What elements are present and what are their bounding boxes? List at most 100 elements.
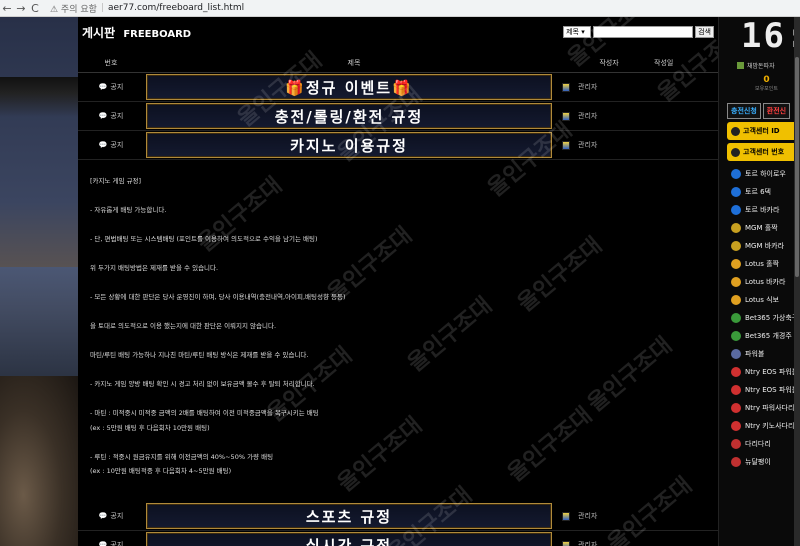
game-menu-item[interactable]: 토르 6덱 — [719, 183, 800, 201]
url-text[interactable]: aer77.com/freeboard_list.html — [108, 3, 244, 13]
action-buttons: 충전신청 환전신 — [719, 103, 800, 119]
level-icon — [562, 82, 570, 92]
right-sidebar: 16:4 채밤돈따자 0 보유포인트 충전신청 환전신 고객센터 ID 고객센터… — [718, 17, 800, 546]
cs-id-button[interactable]: 고객센터 ID — [727, 122, 800, 140]
game-menu-item[interactable]: 뉴달팽이 — [719, 453, 800, 471]
notice-list-bottom: 💬 공지 스포츠 규정 관리자 💬 공지 실시간 규정 관리자 — [78, 502, 718, 546]
search-area: 제목 ▾ 검색 — [563, 26, 714, 38]
game-menu-item[interactable]: 토르 하이로우 — [719, 165, 800, 183]
col-num: 번호 — [104, 58, 118, 67]
game-menu-item[interactable]: Lotus 바카라 — [719, 273, 800, 291]
notice-row[interactable]: 💬 공지 스포츠 규정 관리자 — [78, 502, 718, 531]
speech-bubble-icon: 💬 — [98, 112, 108, 120]
notice-title-banner[interactable]: 스포츠 규정 — [146, 503, 552, 529]
game-label: MGM 바카라 — [745, 242, 785, 250]
game-menu-item[interactable]: MGM 바카라 — [719, 237, 800, 255]
forward-button[interactable]: → — [14, 2, 28, 15]
back-button[interactable]: ← — [0, 2, 14, 15]
points-value: 0 — [763, 75, 770, 85]
game-label: 토르 바카라 — [745, 206, 780, 214]
row-number-label: 공지 — [110, 112, 124, 120]
row-author: 관리자 — [552, 140, 642, 150]
game-icon — [731, 349, 741, 359]
post-line: 위 두가지 배팅방법은 제재를 받을 수 있습니다. — [90, 264, 219, 272]
post-line — [90, 363, 706, 378]
speech-bubble-icon: 💬 — [98, 141, 108, 149]
game-menu-item[interactable]: Ntry 키노사다리 — [719, 417, 800, 435]
game-label: 토르 6덱 — [745, 188, 771, 196]
row-number: 💬 공지 — [78, 511, 144, 521]
board-main: 게시판 FREEBOARD 제목 ▾ 검색 번호 제목 작성자 작성일 💬 공지 🎁… — [78, 17, 718, 546]
shore-rocks — [0, 376, 78, 546]
col-date: 작성일 — [654, 58, 674, 67]
game-menu-item[interactable]: Lotus 식보 — [719, 291, 800, 309]
points-label: 보유포인트 — [754, 86, 778, 92]
user-info: 채밤돈따자 — [719, 55, 800, 75]
notice-row[interactable]: 💬 공지 🎁정규 이벤트🎁 관리자 — [78, 73, 718, 102]
game-menu-item[interactable]: MGM 홀짝 — [719, 219, 800, 237]
notice-row[interactable]: 💬 공지 카지노 이용규정 관리자 — [78, 131, 718, 160]
game-menu-item[interactable]: Lotus 홀짝 — [719, 255, 800, 273]
cs-number-button[interactable]: 고객센터 번호 — [727, 143, 800, 161]
game-label: Bet365 개경주 — [745, 332, 792, 340]
game-menu-item[interactable]: 다리다리 — [719, 435, 800, 453]
speech-bubble-icon: 💬 — [98, 83, 108, 91]
level-icon — [562, 140, 570, 150]
search-field-select[interactable]: 제목 ▾ — [563, 26, 592, 38]
reload-button[interactable]: C — [28, 2, 42, 15]
board-subtitle: FREEBOARD — [123, 28, 192, 40]
notice-title-banner[interactable]: 🎁정규 이벤트🎁 — [146, 74, 552, 100]
game-icon — [731, 259, 741, 269]
river-water — [0, 267, 78, 387]
game-icon — [731, 367, 741, 377]
game-icon — [731, 331, 741, 341]
game-icon — [731, 241, 741, 251]
col-title: 제목 — [347, 58, 361, 67]
notice-title-banner[interactable]: 실시간 규정 — [146, 532, 552, 546]
row-number-label: 공지 — [110, 83, 124, 91]
game-menu-item[interactable]: Ntry 파워사다리 — [719, 399, 800, 417]
game-label: Ntry 키노사다리 — [745, 422, 795, 430]
post-line — [90, 305, 706, 320]
game-icon — [731, 421, 741, 431]
game-menu-item[interactable]: Ntry EOS 파워볼 — [719, 363, 800, 381]
game-icon — [731, 385, 741, 395]
game-menu-item[interactable]: Bet365 가상축구 — [719, 309, 800, 327]
col-author: 작성자 — [599, 58, 619, 67]
withdraw-button[interactable]: 환전신 — [762, 103, 791, 119]
clock-display: 16:4 — [741, 17, 800, 56]
game-icon — [731, 187, 741, 197]
game-menu-item[interactable]: Ntry EOS 파워볼 — [719, 381, 800, 399]
post-line: (ex : 5만원 배팅 후 다음회차 10만원 배팅) — [90, 423, 210, 432]
game-icon — [731, 205, 741, 215]
author-name: 관리자 — [578, 83, 598, 91]
scrollbar-thumb[interactable] — [795, 57, 799, 277]
board-title-text: 게시판 — [82, 25, 116, 40]
game-label: 파워볼 — [745, 350, 765, 358]
game-label: Lotus 식보 — [745, 296, 779, 304]
notice-title-banner[interactable]: 충전/롤링/환전 규정 — [146, 103, 552, 129]
notice-row[interactable]: 💬 공지 실시간 규정 관리자 — [78, 531, 718, 546]
game-menu-item[interactable]: 파워볼 — [719, 345, 800, 363]
post-line: 마틴/루틴 배팅 가능하나 지나친 마틴/루틴 배팅 방식은 제재를 받을 수 … — [90, 351, 309, 359]
post-line: - 자유롭게 배팅 가능합니다. — [90, 206, 167, 214]
security-warning[interactable]: ⚠ 주의 요함 — [50, 2, 97, 15]
search-button[interactable]: 검색 — [695, 26, 714, 38]
game-label: MGM 홀짝 — [745, 224, 778, 232]
search-input[interactable] — [593, 26, 694, 38]
post-line — [90, 218, 706, 233]
post-line: [카지노 게임 규정] — [90, 177, 142, 185]
game-menu-item[interactable]: 토르 바카라 — [719, 201, 800, 219]
cs-number-label: 고객센터 번호 — [743, 148, 785, 156]
row-number: 💬 공지 — [78, 140, 144, 150]
game-menu-item[interactable]: Bet365 개경주 — [719, 327, 800, 345]
notice-title-banner[interactable]: 카지노 이용규정 — [146, 132, 552, 158]
address-bar[interactable]: ⚠ 주의 요함 | aer77.com/freeboard_list.html — [50, 2, 244, 15]
address-separator: | — [100, 3, 104, 13]
charge-button[interactable]: 충전신청 — [727, 103, 761, 119]
scrollbar[interactable] — [794, 17, 800, 546]
post-line — [90, 334, 706, 349]
notice-row[interactable]: 💬 공지 충전/롤링/환전 규정 관리자 — [78, 102, 718, 131]
search-select-value: 제목 — [566, 28, 579, 36]
game-icon — [731, 313, 741, 323]
